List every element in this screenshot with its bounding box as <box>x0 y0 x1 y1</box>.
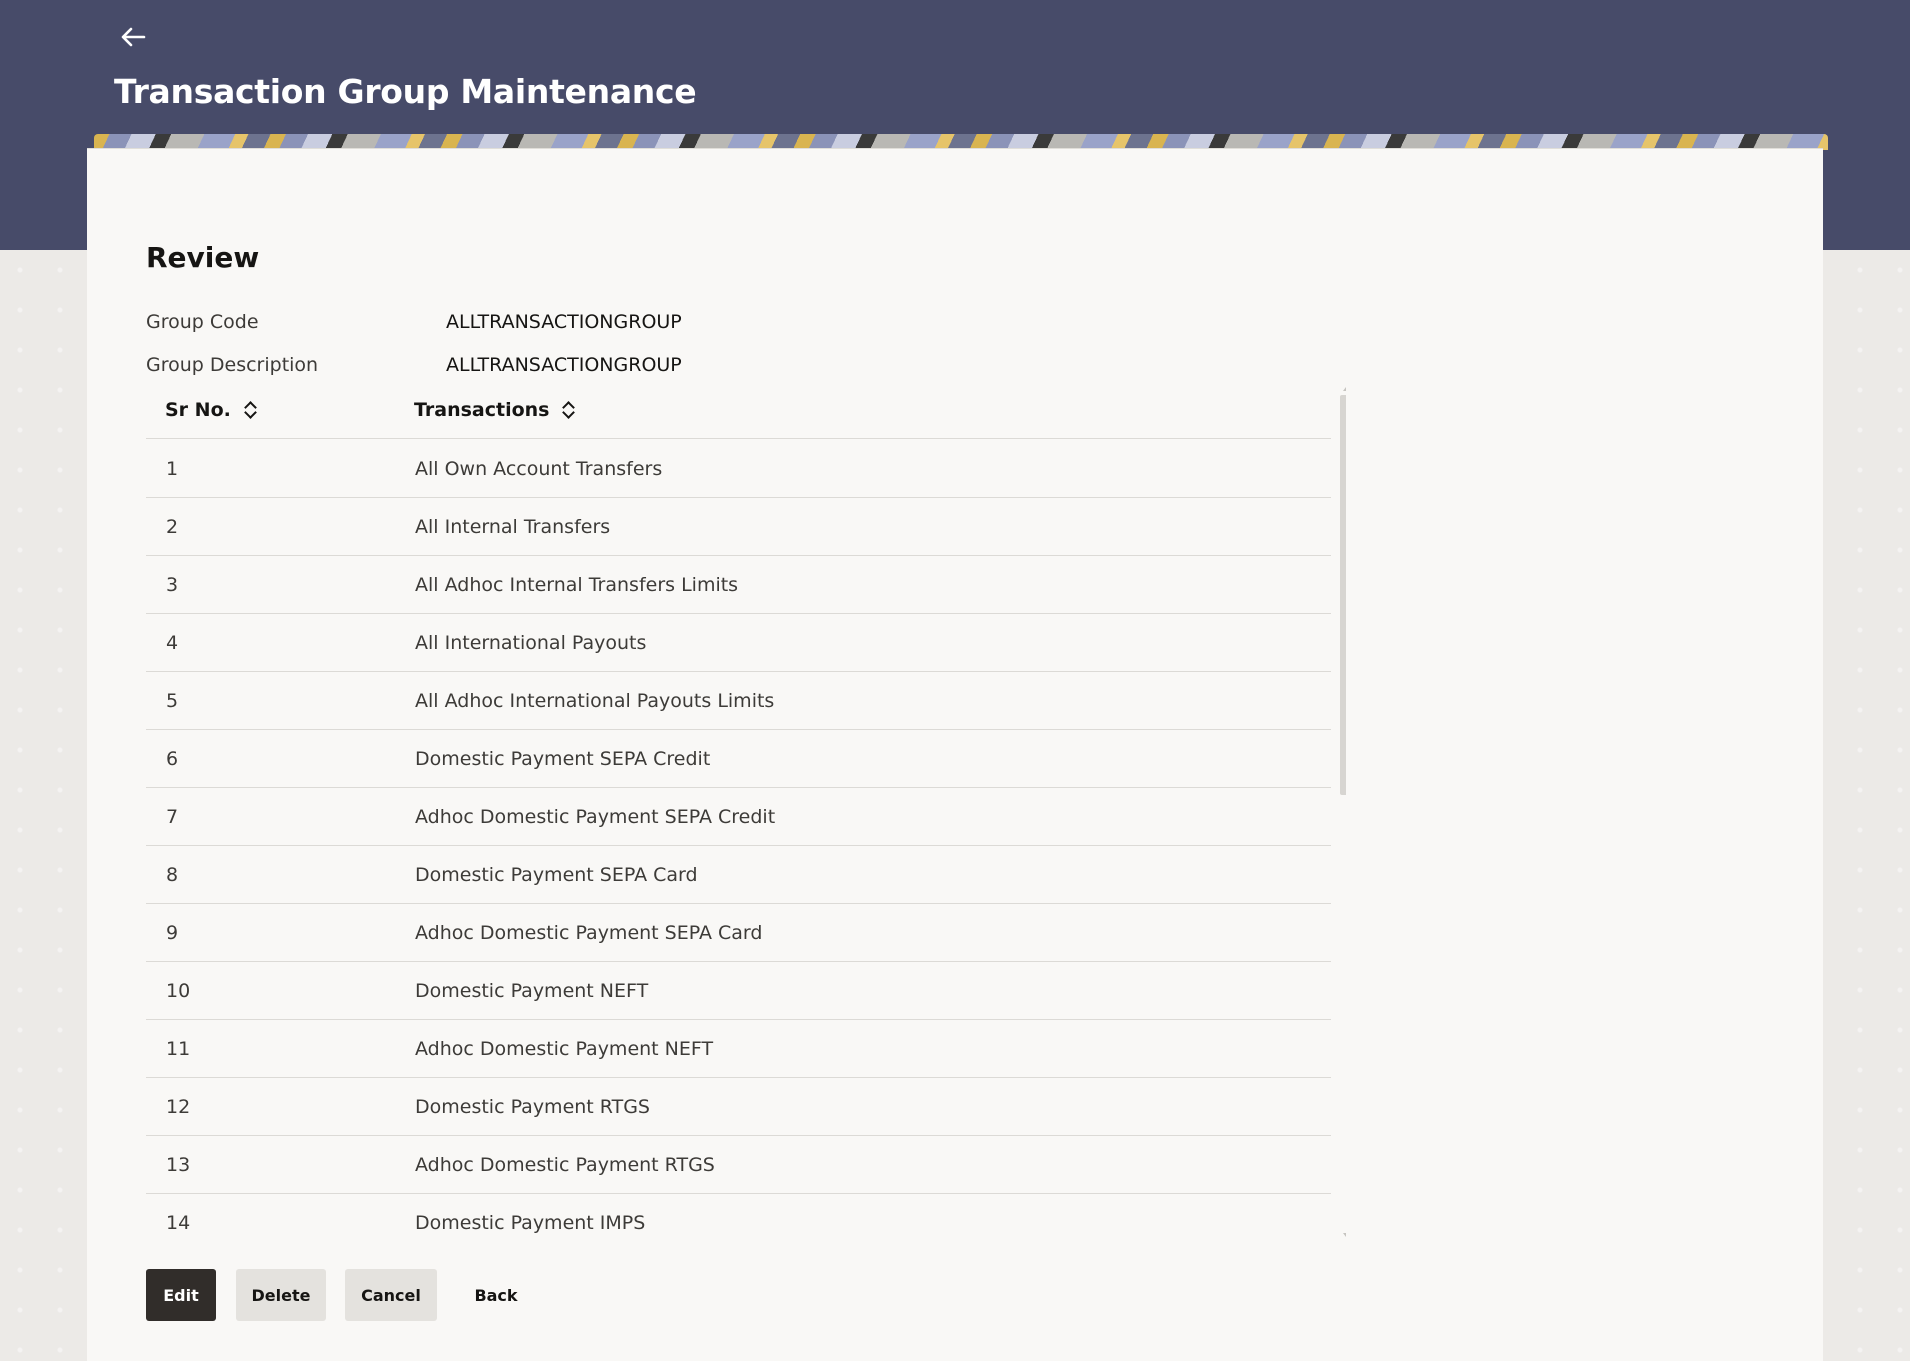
scrollbar-thumb[interactable] <box>1340 395 1346 795</box>
table-row: 5 All Adhoc International Payouts Limits <box>146 672 1331 730</box>
edit-button[interactable]: Edit <box>146 1269 216 1321</box>
cell-sr-no: 4 <box>166 632 179 654</box>
group-code-value: ALLTRANSACTIONGROUP <box>446 311 682 333</box>
cell-sr-no: 12 <box>166 1096 191 1118</box>
group-description-label: Group Description <box>146 354 319 376</box>
cell-transaction: All Adhoc International Payouts Limits <box>415 690 775 712</box>
cell-sr-no: 10 <box>166 980 191 1002</box>
column-header-transactions[interactable]: Transactions <box>414 399 575 421</box>
delete-button[interactable]: Delete <box>236 1269 326 1321</box>
cell-transaction: Adhoc Domestic Payment NEFT <box>415 1038 714 1060</box>
group-description-value: ALLTRANSACTIONGROUP <box>446 354 682 376</box>
table-row: 7 Adhoc Domestic Payment SEPA Credit <box>146 788 1331 846</box>
cell-transaction: All Own Account Transfers <box>415 458 663 480</box>
back-button[interactable]: Back <box>456 1269 536 1321</box>
cell-sr-no: 13 <box>166 1154 191 1176</box>
table-row: 11 Adhoc Domestic Payment NEFT <box>146 1020 1331 1078</box>
cell-sr-no: 9 <box>166 922 179 944</box>
cell-transaction: All International Payouts <box>415 632 647 654</box>
cell-transaction: Adhoc Domestic Payment SEPA Credit <box>415 806 776 828</box>
page-title: Transaction Group Maintenance <box>114 72 697 111</box>
sort-icon[interactable] <box>243 400 257 420</box>
cell-sr-no: 8 <box>166 864 179 886</box>
cell-transaction: All Adhoc Internal Transfers Limits <box>415 574 739 596</box>
table-row: 6 Domestic Payment SEPA Credit <box>146 730 1331 788</box>
group-code-label: Group Code <box>146 311 259 333</box>
table-row: 12 Domestic Payment RTGS <box>146 1078 1331 1136</box>
table-row: 13 Adhoc Domestic Payment RTGS <box>146 1136 1331 1194</box>
cell-transaction: Domestic Payment SEPA Credit <box>415 748 711 770</box>
scroll-up-icon[interactable] <box>1343 387 1346 391</box>
cell-transaction: Adhoc Domestic Payment RTGS <box>415 1154 715 1176</box>
cell-transaction: Domestic Payment SEPA Card <box>415 864 698 886</box>
sort-icon[interactable] <box>561 400 575 420</box>
table-header: Sr No. Transactions <box>146 385 1331 439</box>
scroll-down-icon[interactable] <box>1343 1233 1346 1237</box>
cell-transaction: All Internal Transfers <box>415 516 611 538</box>
column-header-label: Transactions <box>414 399 550 421</box>
section-title: Review <box>146 241 260 274</box>
cancel-button[interactable]: Cancel <box>345 1269 437 1321</box>
table-row: 3 All Adhoc Internal Transfers Limits <box>146 556 1331 614</box>
table-body: 1 All Own Account Transfers 2 All Internal … <box>146 440 1331 1239</box>
cell-transaction: Domestic Payment RTGS <box>415 1096 650 1118</box>
cell-sr-no: 7 <box>166 806 179 828</box>
column-header-sr-no[interactable]: Sr No. <box>165 399 257 421</box>
review-card: Review Group Code ALLTRANSACTIONGROUP Gr… <box>87 148 1823 1361</box>
back-arrow-icon[interactable] <box>120 26 150 52</box>
column-header-label: Sr No. <box>165 399 231 421</box>
cell-sr-no: 5 <box>166 690 179 712</box>
table-row: 10 Domestic Payment NEFT <box>146 962 1331 1020</box>
table-row: 1 All Own Account Transfers <box>146 440 1331 498</box>
transactions-table: Sr No. Transactions 1 All Own Account Tra… <box>146 385 1346 1239</box>
table-row: 2 All Internal Transfers <box>146 498 1331 556</box>
table-scrollbar[interactable] <box>1340 385 1346 1239</box>
table-row: 9 Adhoc Domestic Payment SEPA Card <box>146 904 1331 962</box>
cell-sr-no: 2 <box>166 516 179 538</box>
cell-sr-no: 3 <box>166 574 179 596</box>
table-row: 4 All International Payouts <box>146 614 1331 672</box>
cell-sr-no: 6 <box>166 748 179 770</box>
table-row: 14 Domestic Payment IMPS <box>146 1194 1331 1239</box>
cell-transaction: Adhoc Domestic Payment SEPA Card <box>415 922 763 944</box>
cell-sr-no: 11 <box>166 1038 191 1060</box>
cell-sr-no: 1 <box>166 458 179 480</box>
cell-transaction: Domestic Payment IMPS <box>415 1212 646 1234</box>
cell-transaction: Domestic Payment NEFT <box>415 980 649 1002</box>
cell-sr-no: 14 <box>166 1212 191 1234</box>
table-row: 8 Domestic Payment SEPA Card <box>146 846 1331 904</box>
back-arrow-icon-svg <box>121 27 146 47</box>
